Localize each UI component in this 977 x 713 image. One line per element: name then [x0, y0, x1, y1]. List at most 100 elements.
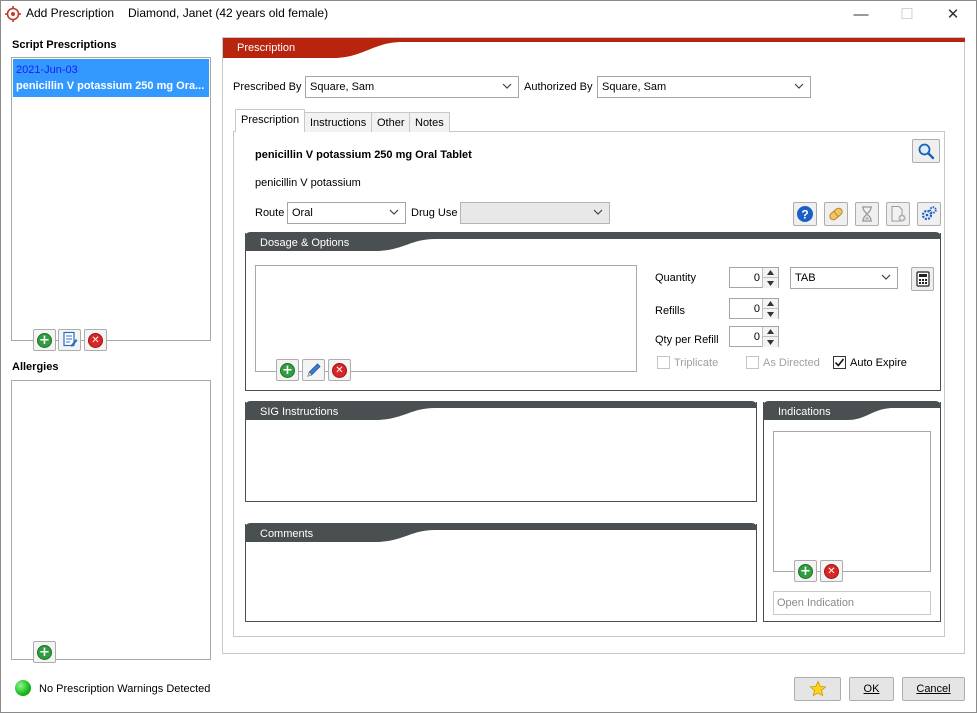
- close-button[interactable]: ✕: [930, 0, 976, 28]
- status-indicator-icon: [15, 680, 31, 696]
- unit-value: TAB: [795, 272, 816, 284]
- as-directed-checkbox[interactable]: [746, 356, 759, 369]
- drug-monograph-button[interactable]: [824, 202, 848, 226]
- indications-list[interactable]: [773, 431, 931, 572]
- search-icon: [918, 143, 935, 160]
- tab-notes[interactable]: Notes: [409, 112, 450, 132]
- plus-icon: +: [37, 332, 52, 348]
- drug-use-label: Drug Use: [411, 207, 458, 219]
- prescribed-by-label: Prescribed By: [233, 81, 302, 93]
- add-indication-button[interactable]: +: [794, 560, 817, 582]
- drug-generic-name: penicillin V potassium: [255, 177, 361, 189]
- history-button[interactable]: [855, 202, 879, 226]
- checkmark-icon: [834, 358, 845, 367]
- prescription-name: penicillin V potassium 250 mg Ora...: [16, 80, 205, 92]
- settings-button[interactable]: [917, 202, 941, 226]
- document-add-icon: [891, 206, 906, 222]
- decrement-icon[interactable]: [762, 337, 778, 347]
- drug-search-button[interactable]: [912, 139, 940, 163]
- tab-instructions[interactable]: Instructions: [304, 112, 373, 132]
- title-bar: Add Prescription Diamond, Janet (42 year…: [0, 0, 977, 28]
- chevron-down-icon: [389, 209, 399, 215]
- drug-title: penicillin V potassium 250 mg Oral Table…: [255, 149, 472, 161]
- decrement-icon[interactable]: [762, 278, 778, 288]
- prescription-date: 2021-Jun-03: [16, 64, 78, 76]
- cancel-button[interactable]: Cancel: [902, 677, 965, 701]
- sig-instructions-group[interactable]: SIG Instructions: [245, 401, 757, 502]
- add-dosage-button[interactable]: +: [276, 359, 299, 381]
- patient-name: Diamond, Janet (42 years old female): [128, 6, 329, 20]
- delete-dosage-button[interactable]: ✕: [328, 359, 351, 381]
- svg-text:?: ?: [801, 208, 808, 222]
- quantity-stepper[interactable]: 0: [729, 267, 779, 288]
- window-title: Add Prescription: [26, 6, 115, 20]
- edit-prescription-button[interactable]: [58, 329, 81, 351]
- prescription-header: Prescription: [223, 38, 965, 58]
- script-prescriptions-label: Script Prescriptions: [12, 39, 117, 51]
- prescribed-by-value: Square, Sam: [310, 81, 375, 93]
- delete-icon: ✕: [88, 332, 103, 348]
- ok-button[interactable]: OK: [849, 677, 894, 701]
- refills-value: 0: [753, 303, 760, 315]
- comments-header: Comments: [260, 528, 314, 540]
- quantity-label: Quantity: [655, 272, 696, 284]
- document-button[interactable]: [886, 202, 910, 226]
- delete-icon: ✕: [824, 563, 839, 579]
- authorized-by-select[interactable]: Square, Sam: [597, 76, 811, 98]
- hourglass-icon: [862, 206, 872, 222]
- authorized-by-label: Authorized By: [524, 81, 593, 93]
- favorite-button[interactable]: [794, 677, 841, 701]
- authorized-by-value: Square, Sam: [602, 81, 667, 93]
- delete-indication-button[interactable]: ✕: [820, 560, 843, 582]
- open-indication-placeholder: Open Indication: [777, 597, 855, 609]
- app-logo-icon: [5, 6, 21, 25]
- dosage-header: Dosage & Options: [260, 237, 350, 249]
- route-select[interactable]: Oral: [287, 202, 406, 224]
- decrement-icon[interactable]: [762, 309, 778, 319]
- qty-per-refill-label: Qty per Refill: [655, 334, 719, 346]
- help-button[interactable]: ?: [793, 202, 817, 226]
- drug-use-select[interactable]: [460, 202, 610, 224]
- prescription-list[interactable]: 2021-Jun-03 penicillin V potassium 250 m…: [11, 57, 211, 341]
- allergies-list[interactable]: [11, 380, 211, 660]
- triplicate-label: Triplicate: [674, 357, 719, 369]
- indications-header: Indications: [778, 406, 831, 418]
- open-indication-input[interactable]: Open Indication: [773, 591, 931, 615]
- qty-per-refill-stepper[interactable]: 0: [729, 326, 779, 347]
- add-allergy-button[interactable]: +: [33, 641, 56, 663]
- refills-stepper[interactable]: 0: [729, 298, 779, 319]
- prescription-header-title: Prescription: [237, 42, 296, 54]
- delete-prescription-button[interactable]: ✕: [84, 329, 107, 351]
- dosage-list[interactable]: [255, 265, 637, 372]
- pill-icon: [829, 207, 843, 221]
- triplicate-checkbox[interactable]: [657, 356, 670, 369]
- unit-select[interactable]: TAB: [790, 267, 898, 289]
- pencil-icon: [306, 363, 321, 377]
- increment-icon[interactable]: [762, 327, 778, 337]
- maximize-button[interactable]: ☐: [884, 0, 930, 28]
- allergies-label: Allergies: [12, 361, 59, 373]
- tab-other[interactable]: Other: [371, 112, 411, 132]
- comments-group[interactable]: Comments: [245, 523, 757, 622]
- minimize-button[interactable]: —: [838, 0, 884, 28]
- add-prescription-button[interactable]: +: [33, 329, 56, 351]
- auto-expire-checkbox[interactable]: [833, 356, 846, 369]
- increment-icon[interactable]: [762, 268, 778, 278]
- increment-icon[interactable]: [762, 299, 778, 309]
- chevron-down-icon: [881, 274, 891, 280]
- gears-icon: [921, 206, 937, 221]
- qty-per-refill-value: 0: [753, 331, 760, 343]
- prescribed-by-select[interactable]: Square, Sam: [305, 76, 519, 98]
- help-icon: ?: [797, 206, 813, 222]
- sig-header: SIG Instructions: [260, 406, 339, 418]
- edit-dosage-button[interactable]: [302, 359, 325, 381]
- route-label: Route: [255, 207, 285, 219]
- list-item[interactable]: 2021-Jun-03 penicillin V potassium 250 m…: [13, 59, 209, 97]
- plus-icon: +: [37, 644, 52, 660]
- refills-label: Refills: [655, 305, 685, 317]
- auto-expire-label: Auto Expire: [850, 357, 907, 369]
- tab-prescription[interactable]: Prescription: [235, 109, 306, 132]
- chevron-down-icon: [794, 83, 804, 89]
- calculator-button[interactable]: [911, 267, 934, 291]
- edit-document-icon: [62, 331, 78, 350]
